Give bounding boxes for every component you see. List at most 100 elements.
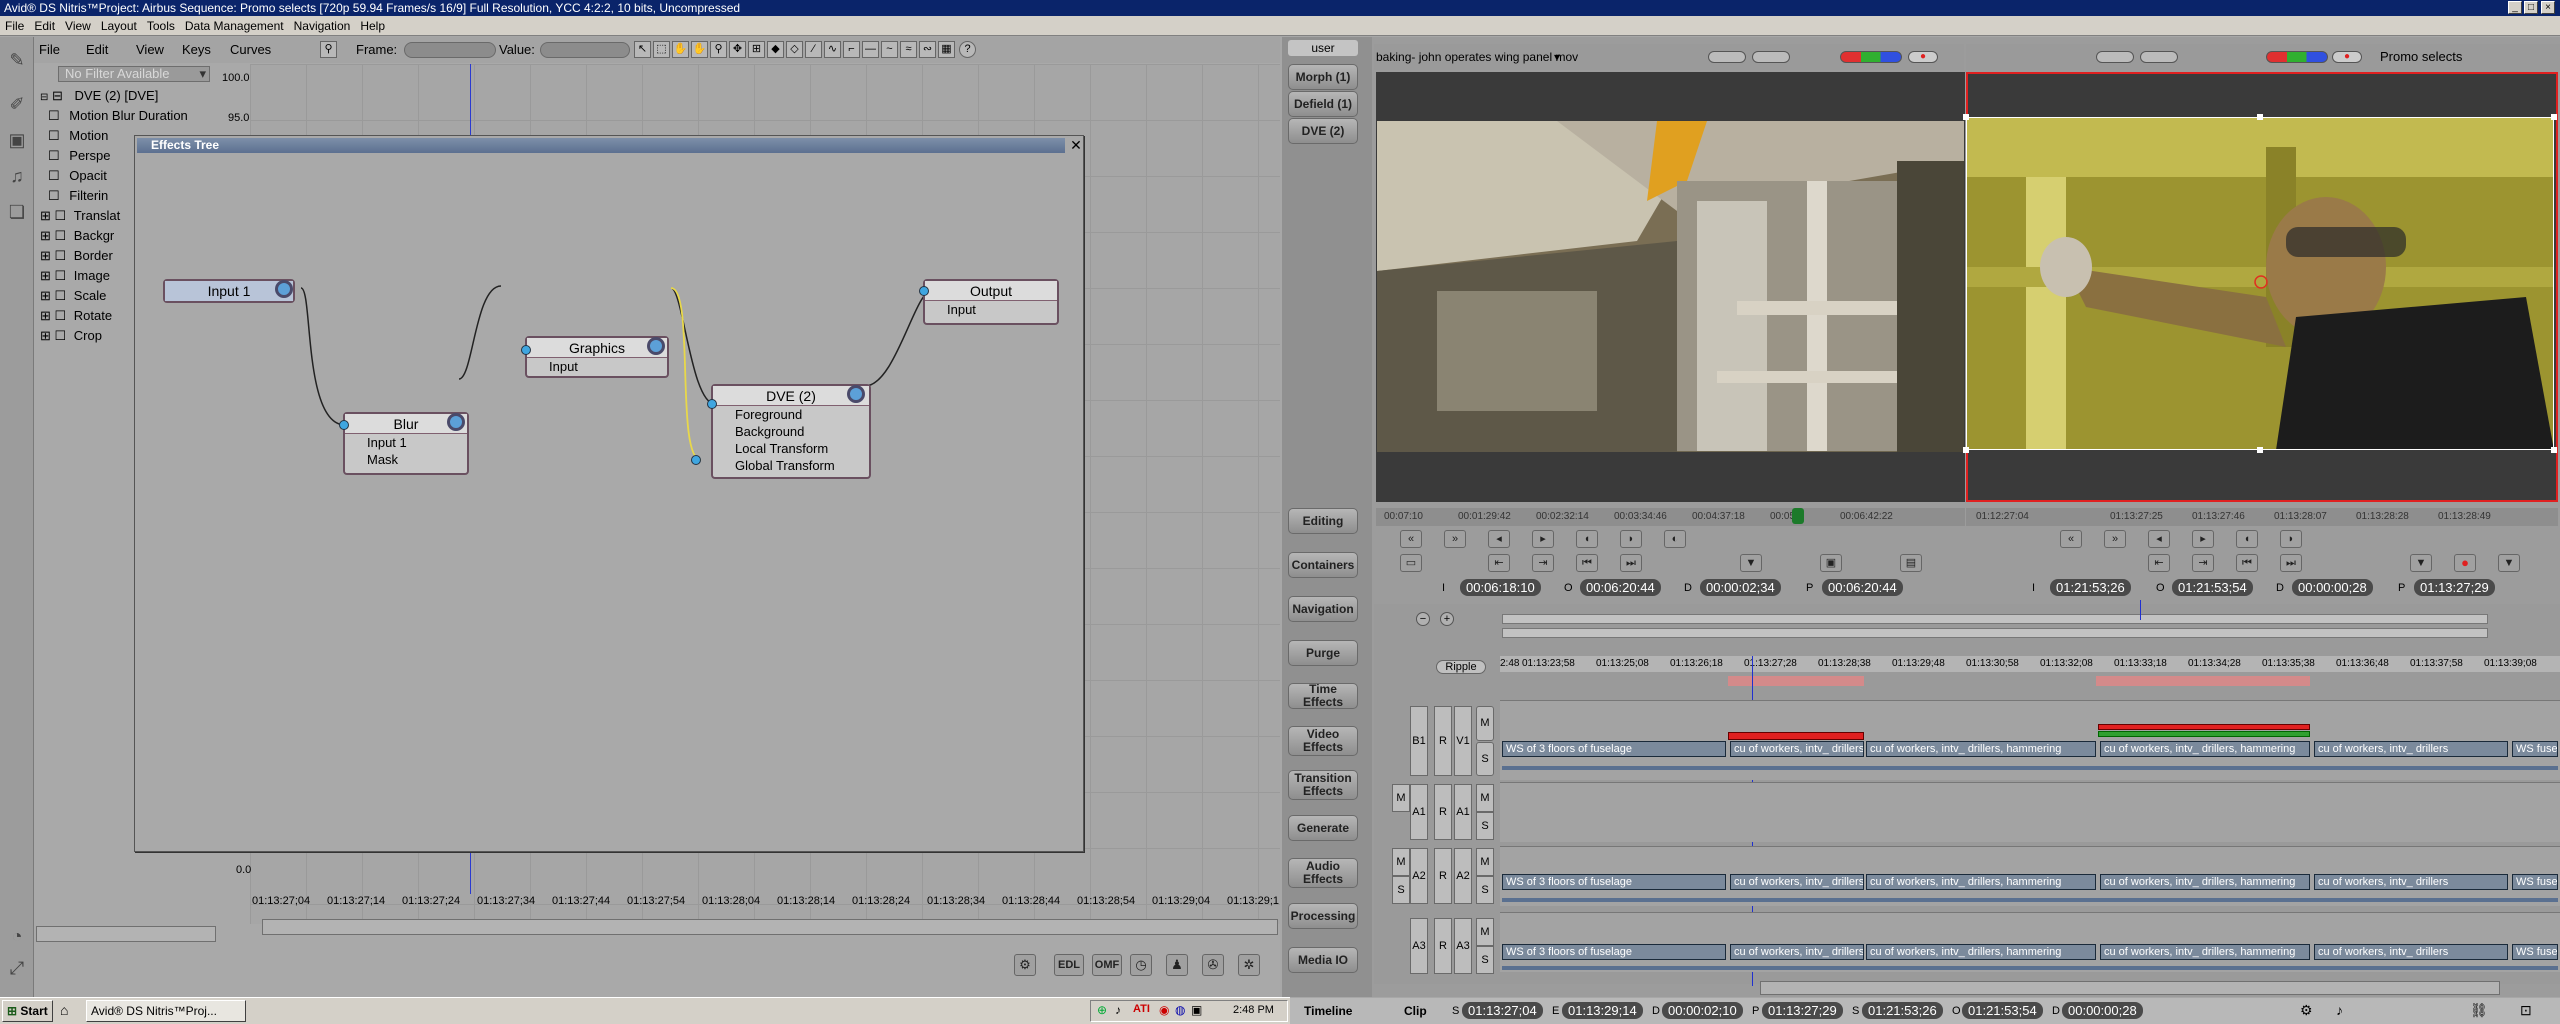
omf-button[interactable]: OMF — [1092, 954, 1122, 976]
timeline-position-timecode[interactable]: 01:13:27;29 — [1762, 1002, 1843, 1019]
mark-out-icon[interactable]: ◗ — [2280, 530, 2302, 548]
track-solo-toggle[interactable]: S — [1476, 812, 1494, 840]
editor-menu-curves[interactable]: Curves — [230, 42, 271, 57]
editor-menu-view[interactable]: View — [136, 42, 164, 57]
key-remove-icon[interactable]: ◇ — [786, 41, 803, 58]
timeline-duration-timecode[interactable]: 00:00:02;10 — [1662, 1002, 1743, 1019]
go-to-out-icon[interactable]: ⇥ — [2192, 554, 2214, 572]
volume-tray-icon[interactable]: ♪ — [1115, 1003, 1121, 1017]
record-toggle-icon[interactable]: ● — [1908, 51, 1938, 63]
timeline-clip[interactable]: WS fuse — [2512, 741, 2558, 757]
clear-in-icon[interactable]: ◐ — [1664, 530, 1686, 548]
menu-view[interactable]: View — [60, 19, 96, 33]
record-icon[interactable]: ● — [2454, 554, 2476, 572]
person-icon[interactable]: ♟ — [1166, 954, 1188, 976]
track-solo-toggle[interactable]: S — [1392, 876, 1410, 904]
editing-button[interactable]: Editing — [1288, 508, 1358, 534]
timeline-clip[interactable]: WS of 3 floors of fuselage — [1502, 741, 1726, 757]
frame-input[interactable] — [404, 42, 496, 58]
expand-icon[interactable]: ⊞ — [40, 308, 51, 323]
purge-button[interactable]: Purge — [1288, 640, 1358, 666]
track-record-toggle[interactable]: R — [1434, 918, 1452, 974]
history-icon[interactable]: ◔ — [5, 925, 29, 947]
tree-hscrollbar[interactable] — [36, 926, 216, 942]
fast-forward-icon[interactable]: » — [2104, 530, 2126, 548]
view-mode-icon[interactable] — [1708, 51, 1746, 63]
tree-item[interactable]: ⊞ ☐ Scale — [40, 286, 106, 305]
ripple-toggle[interactable]: Ripple — [1436, 660, 1486, 674]
record-duration-timecode[interactable]: 00:00:00;28 — [2292, 579, 2373, 596]
expand-icon[interactable]: ⊞ — [40, 208, 51, 223]
timeline-start-timecode[interactable]: 01:13:27;04 — [1462, 1002, 1543, 1019]
tree-item[interactable]: ☐ Filterin — [48, 186, 108, 205]
mark-in-icon[interactable]: ◖ — [1576, 530, 1598, 548]
update-tray-icon[interactable]: ◍ — [1175, 1003, 1185, 1017]
tree-root[interactable]: ⊟ ⊟ DVE (2) [DVE] — [40, 86, 158, 105]
graph-hscrollbar[interactable] — [262, 919, 1278, 935]
track-source-a1[interactable]: A1 — [1410, 784, 1428, 840]
transform-bounding-box[interactable] — [1966, 117, 2554, 450]
tree-item[interactable]: ⊞ ☐ Crop — [40, 326, 102, 345]
overwrite-icon[interactable]: ▤ — [1900, 554, 1922, 572]
node-input-port[interactable] — [339, 420, 349, 430]
source-position-timecode[interactable]: 00:06:20:44 — [1822, 579, 1903, 596]
track-mute-toggle[interactable]: M — [1392, 848, 1410, 876]
track-name-a2[interactable]: A2 — [1454, 848, 1472, 904]
timeline-overview-bar[interactable] — [1502, 614, 2488, 624]
effect-bar[interactable] — [2098, 731, 2310, 737]
edl-button[interactable]: EDL — [1054, 954, 1084, 976]
timeline-clip[interactable]: cu of workers, intv_ drillers, hammering — [2100, 741, 2310, 757]
curve-smooth-icon[interactable]: ~ — [881, 41, 898, 58]
tree-item[interactable]: ☐ Motion — [48, 126, 108, 145]
prev-edit-icon[interactable]: ⏮ — [1576, 554, 1598, 572]
chevron-down-icon[interactable]: ▾ — [1554, 44, 1560, 70]
track-source-b1[interactable]: B1 — [1410, 706, 1428, 776]
ati-tray-icon[interactable]: ATI — [1133, 1003, 1150, 1015]
time-effects-button[interactable]: Time Effects — [1288, 683, 1358, 709]
minimize-button[interactable]: _ — [2508, 1, 2522, 14]
tree-item[interactable]: ☐ Perspe — [48, 146, 110, 165]
clip-start-timecode[interactable]: 01:21:53;26 — [1862, 1002, 1943, 1019]
snap-icon[interactable]: ⊞ — [748, 41, 765, 58]
editor-menu-file[interactable]: File — [39, 42, 60, 57]
tree-item[interactable]: ⊞ ☐ Translat — [40, 206, 120, 225]
expand-icon[interactable]: ⊞ — [40, 288, 51, 303]
tab-timeline[interactable]: Timeline — [1304, 1004, 1352, 1018]
track-record-toggle[interactable]: R — [1434, 848, 1452, 904]
transform-handle[interactable] — [2257, 447, 2263, 453]
record-options-icon[interactable]: ▼ — [2498, 554, 2520, 572]
curve-constant-icon[interactable]: — — [862, 41, 879, 58]
track-solo-toggle[interactable]: S — [1476, 876, 1494, 904]
track-name-v1[interactable]: V1 — [1454, 706, 1472, 776]
track-source-a3[interactable]: A3 — [1410, 918, 1428, 974]
layers-icon[interactable]: ❏ — [5, 201, 29, 223]
next-edit-icon[interactable]: ⏭ — [1620, 554, 1642, 572]
splice-icon[interactable]: ▣ — [1820, 554, 1842, 572]
source-out-timecode[interactable]: 00:06:20:44 — [1580, 579, 1661, 596]
effect-bar[interactable] — [2098, 724, 2310, 730]
timeline-clip[interactable]: cu of workers, intv_ drillers — [2314, 741, 2508, 757]
source-in-timecode[interactable]: 00:06:18:10 — [1460, 579, 1541, 596]
menu-file[interactable]: File — [0, 19, 29, 33]
prev-edit-icon[interactable]: ⏮ — [2236, 554, 2258, 572]
network-tray-icon[interactable]: ⊕ — [1097, 1003, 1107, 1017]
track-mute-toggle[interactable]: M — [1476, 918, 1494, 946]
clip-out-timecode[interactable]: 01:21:53;54 — [1962, 1002, 2043, 1019]
user-tab[interactable]: user — [1288, 40, 1358, 56]
timeline-clip[interactable]: cu of workers, intv_ drillers — [1730, 874, 1864, 890]
track-mute-toggle[interactable]: M — [1392, 784, 1410, 812]
curve-bezier-icon[interactable]: ∿ — [824, 41, 841, 58]
quick-launch-icon[interactable]: ⌂ — [60, 1002, 68, 1018]
timeline-clip[interactable]: WS fuse — [2512, 874, 2558, 890]
zoom-icon[interactable]: ⚲ — [710, 41, 727, 58]
menu-layout[interactable]: Layout — [96, 19, 142, 33]
transform-handle[interactable] — [1963, 114, 1969, 120]
node-output-knob[interactable] — [275, 280, 293, 298]
grid-icon[interactable] — [1752, 51, 1790, 63]
tree-item[interactable]: ☐ Opacit — [48, 166, 107, 185]
timeline-clip[interactable]: cu of workers, intv_ drillers, hammering — [1866, 741, 2096, 757]
expand-icon[interactable]: ⊞ — [40, 228, 51, 243]
menu-data-management[interactable]: Data Management — [180, 19, 289, 33]
timeline-clip[interactable]: WS of 3 floors of fuselage — [1502, 944, 1726, 960]
link-icon[interactable]: ⛓ — [2470, 1002, 2488, 1019]
